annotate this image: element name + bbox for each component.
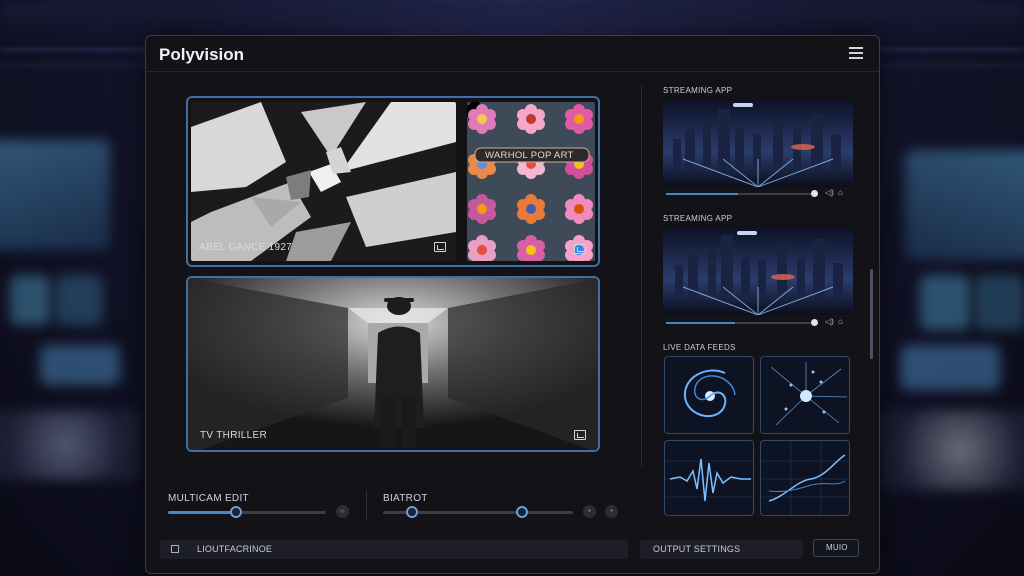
- multicam-option-button[interactable]: ‹›: [336, 505, 349, 518]
- abel-gance-artwork: [191, 102, 456, 261]
- line-chart-icon: [761, 441, 849, 515]
- volume-icon[interactable]: ◁): [825, 317, 834, 326]
- bitrate-button-a[interactable]: •: [583, 505, 596, 518]
- feed-network[interactable]: [760, 356, 850, 434]
- waveform-icon: [665, 458, 753, 502]
- shortcut-bar[interactable]: LIOUTFACRINOE: [160, 540, 628, 559]
- expand-icon[interactable]: [574, 430, 586, 440]
- expand-icon[interactable]: [574, 244, 586, 254]
- title-bar: Polyvision: [146, 36, 879, 72]
- bitrate-label: BIATROT: [383, 493, 428, 504]
- mini-button-label: MUIO: [826, 543, 848, 552]
- output-settings-label: OUTPUT SETTINGS: [653, 544, 741, 554]
- polyvision-window: Polyvision ABEL GANCE 1927 WARHOL POP AR…: [145, 35, 880, 574]
- network-icon: [770, 362, 848, 426]
- stream-thumbnail-2[interactable]: [663, 227, 853, 315]
- bitrate-handle-low[interactable]: [406, 506, 418, 518]
- multicam-edit-label: MULTICAM EDIT: [168, 493, 249, 504]
- shortcut-label: LIOUTFACRINOE: [197, 544, 273, 554]
- settings-icon[interactable]: ⌂: [838, 188, 843, 197]
- bitrate-button-b[interactable]: •: [605, 505, 618, 518]
- output-settings-bar[interactable]: OUTPUT SETTINGS: [640, 540, 803, 559]
- tile-tv-thriller[interactable]: TV THRILLER: [186, 276, 600, 452]
- tile-label-abel: ABEL GANCE 1927: [199, 242, 293, 253]
- stream-label-2: STREAMING APP: [663, 214, 733, 223]
- tile-label-warhol: WARHOL POP ART: [485, 150, 574, 161]
- bitrate-handle-high[interactable]: [516, 506, 528, 518]
- settings-icon[interactable]: ⌂: [838, 317, 843, 326]
- corridor-artwork: [188, 278, 598, 450]
- app-title: Polyvision: [159, 45, 245, 64]
- tile-label-thriller: TV THRILLER: [200, 430, 268, 441]
- stream-progress-2[interactable]: [666, 319, 818, 326]
- live-data-feeds-label: LIVE DATA FEEDS: [663, 343, 736, 352]
- hamburger-menu-icon[interactable]: [849, 47, 863, 59]
- feed-vortex[interactable]: [664, 356, 754, 434]
- tile-abel-gance[interactable]: ABEL GANCE 1927: [191, 102, 456, 261]
- multicam-slider[interactable]: [168, 506, 326, 518]
- mini-button[interactable]: MUIO: [813, 539, 859, 557]
- feed-waveform[interactable]: [664, 440, 754, 516]
- controls-divider: [366, 491, 367, 521]
- expand-icon[interactable]: [434, 242, 446, 252]
- shortcut-checkbox[interactable]: [171, 545, 179, 553]
- tile-warhol[interactable]: WARHOL POP ART: [467, 102, 595, 261]
- stream-label-1: STREAMING APP: [663, 86, 733, 95]
- warhol-flowers-artwork: [467, 102, 595, 261]
- bitrate-slider[interactable]: [383, 506, 573, 518]
- city-skyline-artwork: [663, 227, 853, 315]
- volume-icon[interactable]: ◁): [825, 188, 834, 197]
- vortex-icon: [683, 369, 736, 418]
- scrollbar[interactable]: [870, 269, 873, 359]
- multicam-slider-handle[interactable]: [230, 506, 242, 518]
- city-skyline-artwork: [663, 99, 853, 187]
- panel-divider: [641, 86, 642, 466]
- stream-thumbnail-1[interactable]: [663, 99, 853, 187]
- feed-line-chart[interactable]: [760, 440, 850, 516]
- stream-progress-1[interactable]: [666, 190, 818, 197]
